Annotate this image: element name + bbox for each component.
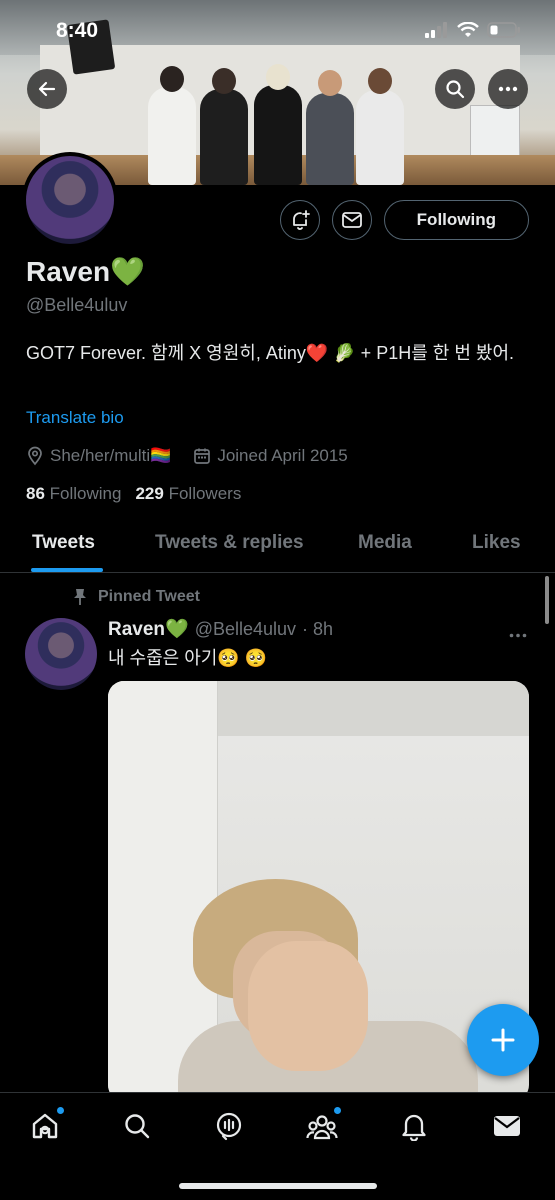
nav-search[interactable] — [120, 1109, 154, 1143]
active-tab-indicator — [31, 568, 103, 572]
following-count: 86 — [26, 484, 45, 503]
more-horizontal-icon — [509, 633, 527, 638]
battery-icon — [487, 22, 520, 38]
tweet-media-image[interactable] — [108, 681, 529, 1101]
nav-messages[interactable] — [490, 1109, 524, 1143]
scrollbar[interactable] — [545, 576, 549, 624]
compose-tweet-button[interactable] — [467, 1004, 539, 1076]
tweet-author-handle[interactable]: @Belle4uluv — [195, 619, 296, 640]
banner-head — [318, 70, 342, 96]
status-time: 8:40 — [56, 19, 99, 42]
banner-person — [306, 93, 354, 185]
location-pin-icon — [28, 446, 42, 466]
notifications-button[interactable] — [279, 200, 320, 240]
wifi-icon — [457, 22, 479, 37]
following-button[interactable]: Following — [383, 200, 529, 240]
home-icon — [32, 1113, 58, 1139]
tweet-avatar[interactable] — [25, 618, 97, 690]
search-icon — [125, 1114, 150, 1139]
search-icon — [446, 80, 465, 99]
banner-head — [212, 68, 236, 94]
profile-tabs: Tweets Tweets & replies Media Likes — [0, 516, 555, 573]
message-button[interactable] — [331, 200, 372, 240]
mail-icon — [494, 1116, 520, 1136]
banner-person — [356, 90, 404, 185]
profile-bio: GOT7 Forever. 함께 X 영원히, Atiny❤️ 🥬 + P1H를… — [26, 343, 515, 363]
nav-notifications[interactable] — [397, 1109, 431, 1143]
tweet-more-button[interactable] — [509, 622, 527, 643]
following-count-link[interactable]: 86 Following — [26, 484, 121, 504]
communities-icon — [306, 1115, 338, 1140]
banner-head — [160, 66, 184, 92]
tweet-header: Raven💚 @Belle4uluv · 8h — [108, 617, 333, 641]
profile-meta: She/her/multi🏳️‍🌈 Joined April 2015 — [26, 446, 348, 466]
bell-icon — [402, 1114, 426, 1141]
joined-text: Joined April 2015 — [217, 446, 348, 465]
pinned-text: Pinned Tweet — [98, 588, 200, 605]
more-horizontal-icon — [498, 86, 518, 92]
signal-icon — [425, 22, 447, 38]
banner-head — [368, 68, 392, 94]
tab-tweets[interactable]: Tweets — [32, 532, 95, 554]
profile-handle: @Belle4uluv — [26, 295, 128, 315]
arrow-left-icon — [38, 81, 56, 97]
location-item: She/her/multi🏳️‍🌈 — [26, 446, 171, 466]
joined-item: Joined April 2015 — [193, 446, 348, 466]
followers-count: 229 — [135, 484, 164, 503]
tweet-author-name[interactable]: Raven💚 — [108, 617, 189, 641]
nav-spaces[interactable] — [212, 1109, 246, 1143]
spaces-icon — [216, 1112, 242, 1141]
tab-likes[interactable]: Likes — [472, 532, 521, 554]
media-hands — [248, 941, 368, 1071]
tab-tweets-replies[interactable]: Tweets & replies — [155, 532, 304, 554]
search-button[interactable] — [435, 69, 475, 109]
following-label: Following — [49, 484, 122, 503]
nav-communities[interactable] — [305, 1107, 341, 1143]
banner-person — [200, 89, 248, 185]
tweet-time: · 8h — [302, 619, 334, 639]
follow-counts: 86 Following 229 Followers — [26, 484, 241, 504]
plus-icon — [491, 1028, 515, 1052]
home-indicator — [179, 1183, 377, 1189]
home-notification-dot — [57, 1107, 64, 1114]
banner-person — [254, 85, 302, 185]
tweet-text: 내 수줍은 아기🥺 🥺 — [108, 648, 268, 668]
bell-plus-icon — [292, 210, 310, 230]
more-button[interactable] — [488, 69, 528, 109]
banner-head — [266, 64, 290, 90]
communities-notification-dot — [334, 1107, 341, 1114]
display-name: Raven💚 — [26, 256, 145, 287]
nav-home[interactable] — [28, 1107, 64, 1143]
back-button[interactable] — [27, 69, 67, 109]
location-text: She/her/multi🏳️‍🌈 — [50, 446, 172, 465]
status-icons — [425, 22, 521, 38]
pinned-label: Pinned Tweet — [72, 588, 200, 606]
banner-person — [148, 87, 196, 185]
pin-icon — [74, 589, 86, 605]
calendar-icon — [194, 448, 211, 464]
profile-actions: Following — [279, 200, 529, 240]
followers-count-link[interactable]: 229 Followers — [135, 484, 241, 504]
followers-label: Followers — [168, 484, 242, 503]
tab-media[interactable]: Media — [358, 532, 412, 554]
mail-icon — [341, 212, 362, 228]
profile-avatar[interactable] — [22, 152, 118, 248]
translate-bio-link[interactable]: Translate bio — [26, 408, 124, 428]
